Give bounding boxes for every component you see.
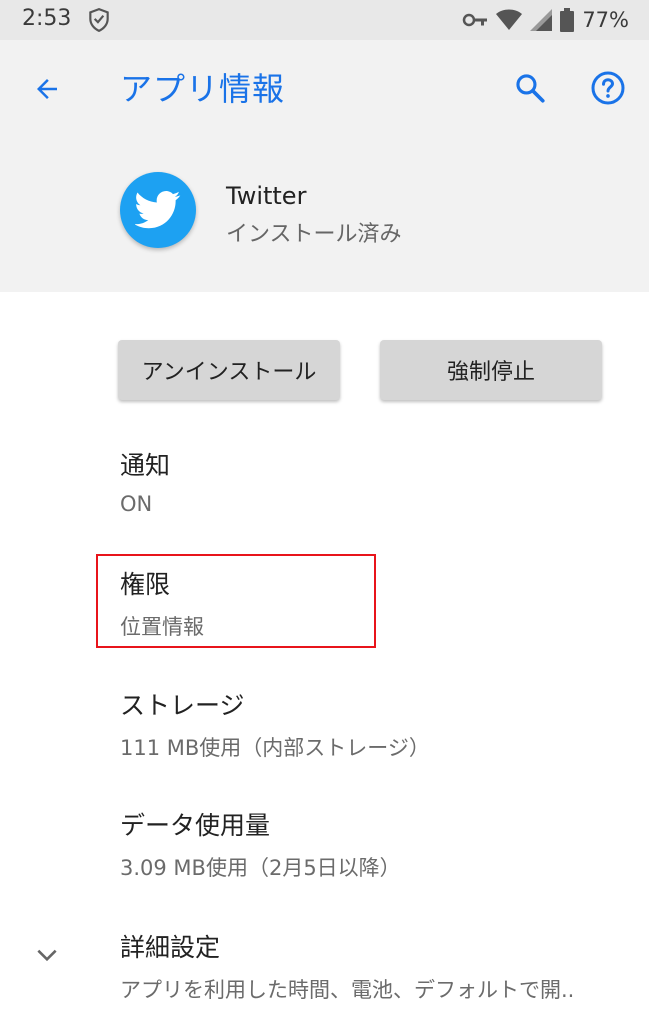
- app-name: Twitter: [226, 182, 307, 210]
- vpn-key-icon: [463, 13, 488, 27]
- advanced-setting[interactable]: 詳細設定 アプリを利用した時間、電池、デフォルトで開..: [120, 928, 630, 1004]
- help-button[interactable]: [584, 64, 632, 112]
- back-arrow-icon: [37, 79, 57, 99]
- highlight-annotation-box: [96, 554, 376, 648]
- advanced-title: 詳細設定: [120, 933, 221, 962]
- shield-icon: [89, 8, 109, 33]
- force-stop-button[interactable]: 強制停止: [380, 340, 602, 400]
- data-usage-value: 3.09 MB使用（2月5日以降）: [120, 856, 401, 880]
- help-icon: [591, 71, 625, 105]
- storage-value: 111 MB使用（内部ストレージ）: [120, 736, 430, 760]
- chevron-down-icon[interactable]: [34, 942, 60, 968]
- wifi-icon: [496, 9, 523, 30]
- status-time: 2:53: [22, 6, 72, 31]
- app-icon: [120, 172, 196, 248]
- notifications-title: 通知: [120, 451, 171, 480]
- status-icons: 77%: [462, 4, 629, 36]
- storage-setting[interactable]: ストレージ 111 MB使用（内部ストレージ）: [120, 686, 430, 762]
- app-info-header: アプリ情報 Twitter インストール済み: [0, 40, 649, 292]
- battery-percent: 77%: [582, 8, 629, 32]
- uninstall-button[interactable]: アンインストール: [118, 340, 340, 400]
- app-install-status: インストール済み: [226, 222, 402, 247]
- advanced-value: アプリを利用した時間、電池、デフォルトで開..: [120, 978, 575, 1002]
- back-button[interactable]: [24, 66, 70, 112]
- search-icon: [516, 74, 545, 103]
- notifications-value: ON: [120, 492, 153, 516]
- status-bar: 2:53 77%: [0, 0, 649, 40]
- storage-title: ストレージ: [120, 691, 245, 720]
- data-usage-title: データ使用量: [120, 811, 271, 840]
- signal-icon: [530, 9, 553, 31]
- notifications-setting[interactable]: 通知 ON: [120, 446, 170, 516]
- data-usage-setting[interactable]: データ使用量 3.09 MB使用（2月5日以降）: [120, 806, 401, 882]
- twitter-bird-icon: [135, 191, 181, 229]
- page-title: アプリ情報: [120, 70, 286, 108]
- battery-icon: [560, 8, 575, 32]
- search-button[interactable]: [506, 64, 554, 112]
